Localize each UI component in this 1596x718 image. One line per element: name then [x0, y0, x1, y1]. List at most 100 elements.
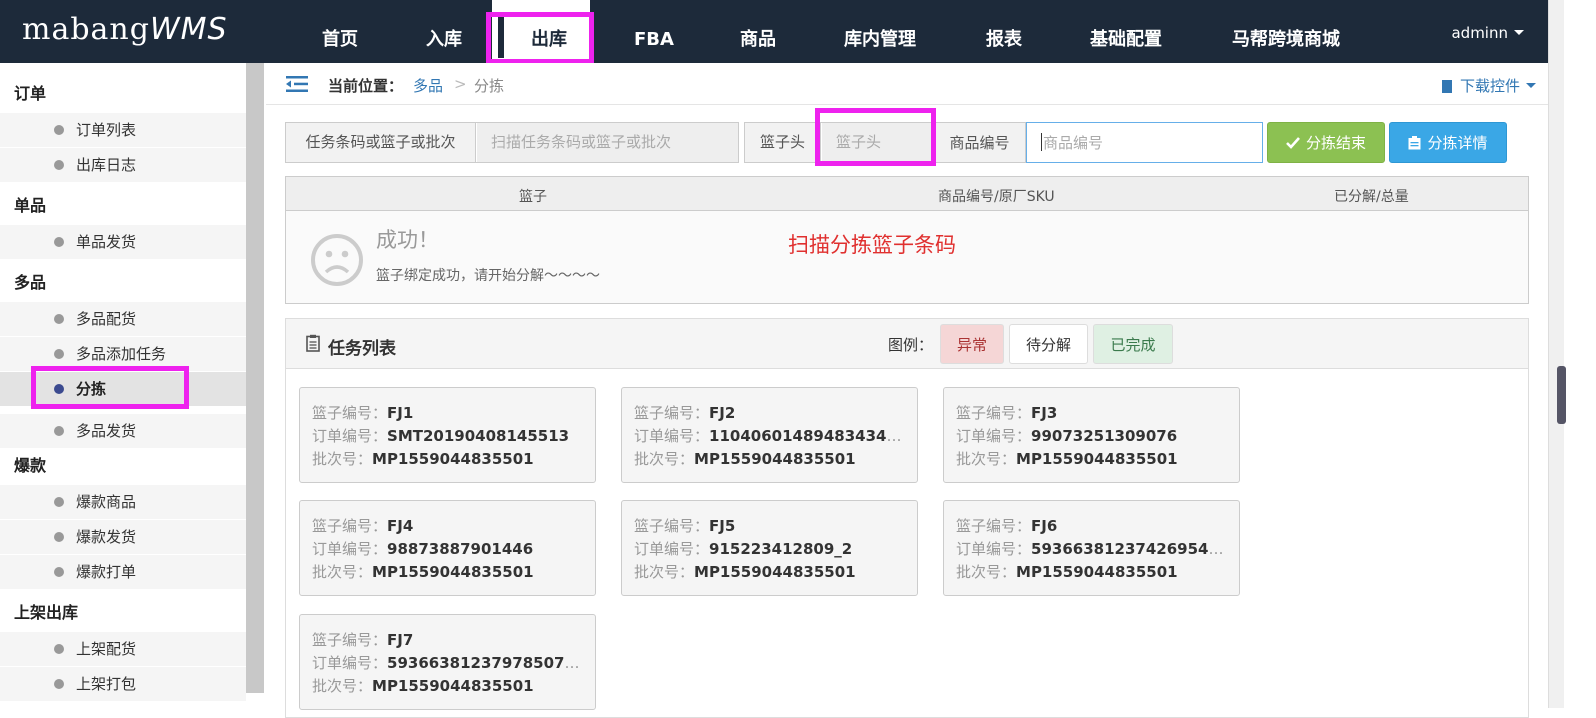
nav-base-config[interactable]: 基础配置 [1074, 0, 1178, 63]
task-card[interactable]: 篮子编号：FJ1 订单编号：SMT20190408145513 批次号：MP15… [299, 387, 596, 483]
field-label: 篮子编号： [312, 631, 388, 649]
sidebar-item-multi-add-task[interactable]: 多品添加任务 [0, 337, 246, 371]
sidebar-item-multi-allocate[interactable]: 多品配货 [0, 302, 246, 336]
card-batch-row: 批次号：MP1559044835501 [312, 675, 582, 698]
sidebar-item-hot-print[interactable]: 爆款打单 [0, 555, 246, 589]
task-list-panel: 任务列表 图例： 异常 待分解 已完成 篮子编号：FJ1 订单编号：SMT201… [285, 318, 1529, 718]
bullet-icon [54, 160, 64, 170]
text-cursor [1041, 133, 1042, 151]
basket-head-addon: 篮子头 [745, 123, 821, 162]
sidebar-item-shelf-pack[interactable]: 上架打包 [0, 667, 246, 701]
bullet-icon [54, 349, 64, 359]
task-card[interactable]: 篮子编号：FJ7 订单编号：5936638123797850791... 批次号… [299, 614, 596, 710]
sidebar-item-hot-products[interactable]: 爆款商品 [0, 485, 246, 519]
menu-toggle-icon[interactable] [286, 76, 308, 92]
field-label: 篮子编号： [956, 517, 1032, 535]
field-label: 篮子编号： [312, 404, 388, 422]
basket-number: FJ3 [1031, 404, 1058, 422]
sku-group: 商品编号 商品编号 [934, 122, 1263, 163]
sidebar-item-label: 爆款打单 [76, 563, 137, 581]
sidebar-item-shelf-allocate[interactable]: 上架配货 [0, 632, 246, 666]
sidebar-item-multi-ship[interactable]: 多品发货 [0, 414, 246, 448]
basket-head-input[interactable]: 篮子头 [822, 123, 933, 162]
nav-mabang-mall[interactable]: 马帮跨境商城 [1218, 0, 1354, 63]
sidebar-item-label: 订单列表 [76, 121, 137, 139]
sidebar-item-label: 多品发货 [76, 422, 137, 440]
batch-number: MP1559044835501 [372, 677, 534, 695]
nav-warehouse-mgmt[interactable]: 库内管理 [830, 0, 930, 63]
field-label: 订单编号： [634, 427, 710, 445]
basket-number: FJ6 [1031, 517, 1058, 535]
main-content: 当前位置： 多品 > 分拣 下载控件 任务条码或篮子或批次 扫描任务条码或篮子或… [266, 63, 1548, 718]
task-card[interactable]: 篮子编号：FJ5 订单编号：915223412809_2 批次号：MP15590… [621, 500, 918, 596]
sad-face-icon [311, 234, 363, 286]
batch-number: MP1559044835501 [1016, 450, 1178, 468]
basket-number: FJ4 [387, 517, 414, 535]
task-card[interactable]: 篮子编号：FJ3 订单编号：99073251309076 批次号：MP15590… [943, 387, 1240, 483]
bullet-icon [54, 644, 64, 654]
batch-number: MP1559044835501 [694, 450, 856, 468]
scrollbar-thumb[interactable] [1557, 366, 1566, 424]
bullet-icon [54, 497, 64, 507]
field-label: 订单编号： [312, 427, 388, 445]
field-label: 批次号： [312, 563, 373, 581]
card-basket-row: 篮子编号：FJ6 [956, 515, 1226, 538]
scrollbar-track[interactable] [1548, 0, 1564, 708]
sidebar-group-shelf: 上架出库 [14, 603, 79, 622]
sidebar-group-multi: 多品 [14, 273, 47, 292]
task-card[interactable]: 篮子编号：FJ2 订单编号：11040601489483434_1 批次号：MP… [621, 387, 918, 483]
status-title: 成功！ [376, 228, 439, 252]
nav-inbound[interactable]: 入库 [404, 0, 484, 63]
sku-input[interactable]: 商品编号 [1026, 122, 1263, 163]
task-card[interactable]: 篮子编号：FJ4 订单编号：98873887901446 批次号：MP15590… [299, 500, 596, 596]
bullet-icon [54, 384, 64, 394]
sidebar-item-sorting[interactable]: 分拣 [0, 372, 246, 406]
field-label: 篮子编号： [956, 404, 1032, 422]
download-plugin-link[interactable]: 下载控件 [1441, 75, 1536, 96]
nav-fba[interactable]: FBA [614, 0, 694, 63]
nav-reports[interactable]: 报表 [966, 0, 1042, 63]
field-label: 批次号： [312, 450, 373, 468]
nav-home[interactable]: 首页 [300, 0, 380, 63]
card-basket-row: 篮子编号：FJ7 [312, 629, 582, 652]
finish-sorting-button[interactable]: 分拣结束 [1267, 122, 1385, 163]
sidebar-item-single-ship[interactable]: 单品发货 [0, 225, 246, 259]
field-label: 篮子编号： [634, 404, 710, 422]
page-scrollbar[interactable] [1548, 0, 1596, 708]
chevron-down-icon [1514, 30, 1524, 35]
legend-label: 图例： [888, 336, 934, 354]
sidebar-item-outbound-log[interactable]: 出库日志 [0, 148, 246, 182]
logo-suffix: WMS [149, 12, 228, 47]
bullet-icon [54, 532, 64, 542]
sorting-detail-label: 分拣详情 [1427, 134, 1488, 152]
card-basket-row: 篮子编号：FJ1 [312, 402, 582, 425]
sidebar: 订单 订单列表 出库日志 单品 单品发货 多品 多品配货 多品添加任务 分拣 多… [0, 63, 246, 708]
task-card[interactable]: 篮子编号：FJ6 订单编号：5936638123742695414... 批次号… [943, 500, 1240, 596]
field-label: 订单编号： [634, 540, 710, 558]
sidebar-item-hot-ship[interactable]: 爆款发货 [0, 520, 246, 554]
nav-outbound[interactable]: 出库 [492, 0, 590, 63]
sidebar-group-hot: 爆款 [14, 456, 47, 475]
sorting-detail-button[interactable]: 分拣详情 [1389, 122, 1507, 163]
field-label: 篮子编号： [312, 517, 388, 535]
user-menu[interactable]: adminn [1451, 24, 1524, 42]
breadcrumb: 当前位置： 多品 > 分拣 下载控件 [266, 63, 1548, 105]
bullet-icon [54, 426, 64, 436]
sidebar-group-orders: 订单 [14, 84, 47, 103]
task-barcode-input[interactable]: 扫描任务条码或篮子或批次 [477, 123, 738, 162]
breadcrumb-parent-link[interactable]: 多品 [413, 75, 443, 96]
order-number: 5936638123797850791... [387, 654, 582, 672]
card-basket-row: 篮子编号：FJ5 [634, 515, 904, 538]
sidebar-item-label: 爆款发货 [76, 528, 137, 546]
app-logo[interactable]: mabangWMS [22, 12, 228, 47]
batch-number: MP1559044835501 [372, 563, 534, 581]
nav-products[interactable]: 商品 [718, 0, 798, 63]
card-order-row: 订单编号：98873887901446 [312, 538, 582, 561]
scan-result-table: 篮子 商品编号/原厂SKU 已分解/总量 成功！ 篮子绑定成功，请开始分解～～～… [285, 176, 1529, 304]
sidebar-scrollbar[interactable] [246, 63, 264, 693]
download-label: 下载控件 [1459, 77, 1520, 95]
card-basket-row: 篮子编号：FJ4 [312, 515, 582, 538]
sidebar-item-order-list[interactable]: 订单列表 [0, 113, 246, 147]
card-basket-row: 篮子编号：FJ3 [956, 402, 1226, 425]
card-batch-row: 批次号：MP1559044835501 [634, 561, 904, 584]
